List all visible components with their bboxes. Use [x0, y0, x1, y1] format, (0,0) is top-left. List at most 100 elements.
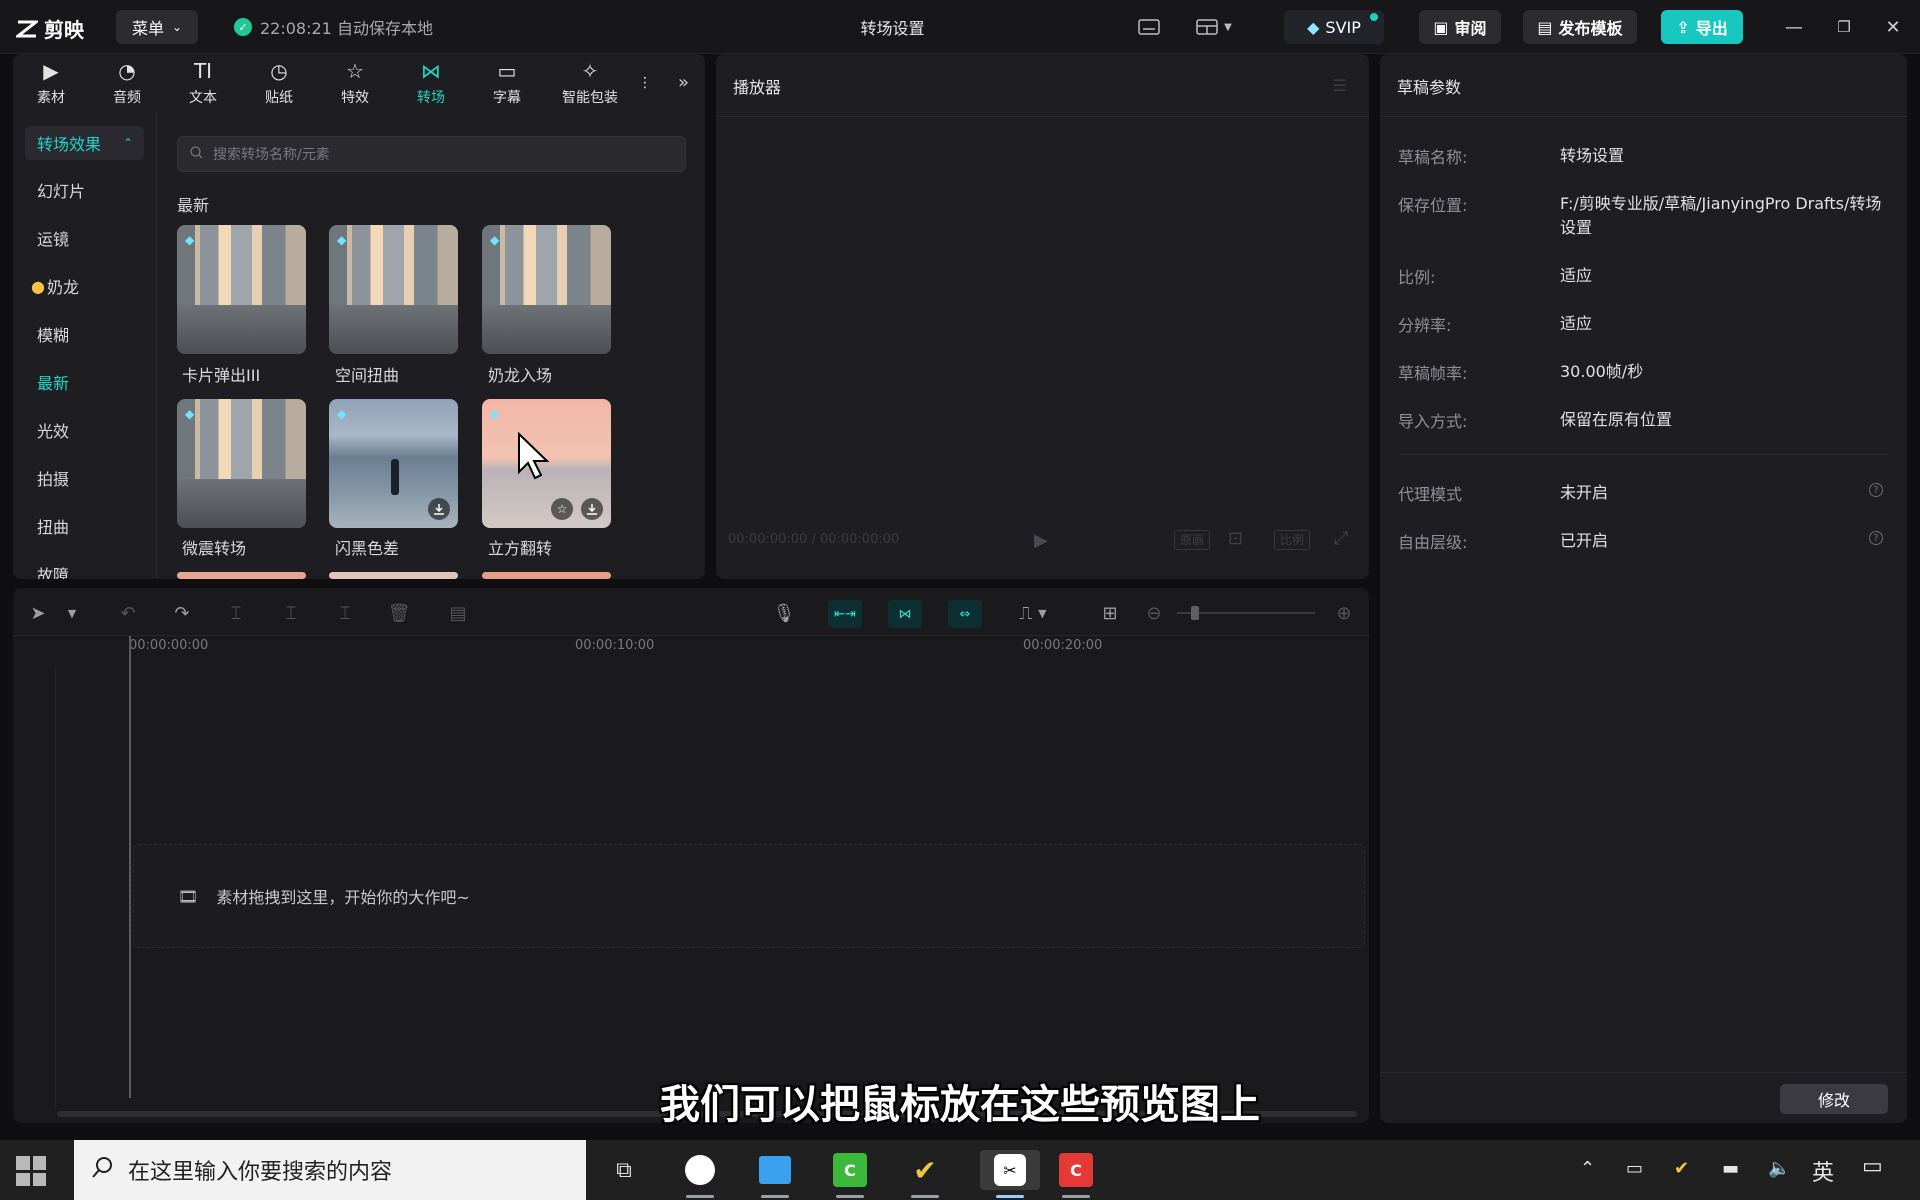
category-item[interactable]: 拍摄	[13, 454, 156, 502]
microphone-icon[interactable]: 🎙	[771, 600, 797, 626]
app-icon-task-check[interactable]: ✔	[905, 1150, 945, 1198]
main-track-magnet-icon[interactable]: ⇤⇥	[828, 600, 862, 628]
zoom-out-icon[interactable]: ⊖	[1141, 600, 1167, 626]
param-value: F:/剪映专业版/草稿/JianyingPro Drafts/转场设置	[1560, 194, 1882, 237]
app-icon-camtasia-red[interactable]: C	[1056, 1150, 1096, 1198]
layout-icon[interactable]: ▼	[1190, 14, 1238, 40]
tray-check-icon[interactable]: ✔	[1674, 1158, 1689, 1179]
screenshot-icon[interactable]: ⊞	[1097, 600, 1123, 626]
category-item[interactable]: 模糊	[13, 310, 156, 358]
transition-thumb[interactable]: ◆	[329, 225, 458, 354]
menu-lines-icon[interactable]: ☰	[1333, 76, 1347, 95]
close-icon[interactable]: ✕	[1882, 16, 1904, 38]
tab-text[interactable]: TI 文本	[165, 54, 241, 112]
drop-zone[interactable]: 🎞 素材拖拽到这里，开始你的大作吧~	[133, 844, 1365, 948]
transition-thumb[interactable]: ◆	[482, 225, 611, 354]
auto-snap-icon[interactable]: ⋈	[888, 600, 922, 628]
divider	[716, 116, 1369, 117]
favorite-star-icon[interactable]: ☆	[551, 498, 573, 520]
zoom-in-icon[interactable]: ⊕	[1331, 600, 1357, 626]
transition-thumb-partial[interactable]	[177, 572, 306, 579]
download-icon[interactable]	[581, 324, 603, 346]
windows-start-icon[interactable]	[16, 1156, 46, 1186]
tab-transition[interactable]: ⋈ 转场	[393, 54, 469, 112]
export-button[interactable]: ⇪ 导出	[1661, 10, 1743, 44]
zoom-fit-icon[interactable]: ⊡	[1228, 528, 1243, 549]
freeze-icon[interactable]: ▤	[445, 600, 471, 626]
split-right-icon[interactable]: ⌶	[332, 600, 358, 626]
help-icon[interactable]: ?	[1869, 531, 1883, 545]
category-item[interactable]: 光效	[13, 406, 156, 454]
volume-icon[interactable]: 🔈	[1768, 1158, 1790, 1179]
transition-thumb[interactable]: ◆	[177, 399, 306, 528]
category-item[interactable]: 运镜	[13, 214, 156, 262]
delete-icon[interactable]: 🗑	[386, 600, 412, 626]
network-icon[interactable]: ▭	[1626, 1158, 1643, 1179]
transition-thumb[interactable]: ◆	[329, 399, 458, 528]
play-icon[interactable]: ▶	[1034, 530, 1048, 551]
category-item-selected[interactable]: 最新	[13, 358, 156, 406]
download-icon[interactable]	[428, 498, 450, 520]
timeline-panel: ➤ ▼ ↶ ↷ ⌶ ⌶ ⌶ 🗑 ▤ 🎙 ⇤⇥ ⋈ ⇔ ⎍ ▼ ⊞ ⊖ ⊕ 00:0…	[13, 588, 1369, 1123]
vip-gem-icon: ◆	[185, 407, 195, 421]
tab-effects[interactable]: ☆ 特效	[317, 54, 393, 112]
download-icon[interactable]	[276, 324, 298, 346]
tab-media[interactable]: ▶ 素材	[13, 54, 89, 112]
download-icon[interactable]	[581, 498, 603, 520]
redo-icon[interactable]: ↷	[169, 600, 195, 626]
restore-icon[interactable]: ❐	[1833, 16, 1855, 38]
tray-overflow-icon[interactable]: ⌃	[1580, 1158, 1595, 1179]
review-button[interactable]: ▣ 审阅	[1419, 10, 1501, 44]
split-icon[interactable]: ⌶	[223, 600, 249, 626]
edit-button[interactable]: 修改	[1780, 1084, 1888, 1114]
preview-axis-icon[interactable]: ⎍ ▼	[1011, 600, 1055, 626]
taskbar-search-placeholder: 在这里输入你要搜索的内容	[128, 1160, 393, 1185]
task-view-icon[interactable]: ⧉	[604, 1150, 644, 1190]
aspect-ratio-button[interactable]: 比例	[1274, 530, 1310, 550]
undo-icon[interactable]: ↶	[115, 600, 141, 626]
help-icon[interactable]: ?	[1869, 483, 1883, 497]
download-icon[interactable]	[276, 498, 298, 520]
playhead[interactable]	[129, 636, 131, 1098]
zoom-slider-handle[interactable]	[1191, 606, 1199, 620]
split-left-icon[interactable]: ⌶	[278, 600, 304, 626]
taskbar-search-input[interactable]: 在这里输入你要搜索的内容	[74, 1140, 586, 1200]
notification-icon[interactable]: ▭	[1862, 1154, 1883, 1179]
param-key: 保存位置:	[1398, 196, 1468, 215]
tab-smart-pack[interactable]: ✧ 智能包装	[545, 54, 635, 112]
chevron-down-icon[interactable]: ▼	[59, 600, 85, 626]
app-icon-camtasia-green[interactable]: C	[830, 1150, 870, 1198]
more-tabs-icon[interactable]: ⋮	[635, 54, 655, 112]
transition-thumb-partial[interactable]	[329, 572, 458, 579]
battery-icon[interactable]: ▬	[1722, 1158, 1739, 1179]
linkage-icon[interactable]: ⇔	[948, 600, 982, 628]
transition-thumb-partial[interactable]	[482, 572, 611, 579]
download-icon[interactable]	[428, 324, 450, 346]
transition-thumb[interactable]: ◆	[177, 225, 306, 354]
time-ruler[interactable]: 00:00:00:00 00:00:10:00 00:00:20:00	[129, 638, 1369, 666]
select-tool-icon[interactable]: ➤	[25, 600, 51, 626]
ime-indicator[interactable]: 英	[1812, 1155, 1834, 1187]
app-icon-explorer[interactable]	[755, 1150, 795, 1198]
transition-search-input[interactable]: 搜索转场名称/元素	[177, 136, 686, 172]
category-item[interactable]: 故障	[13, 550, 156, 579]
shortcut-icon[interactable]	[1136, 14, 1162, 40]
tab-audio[interactable]: ◔ 音频	[89, 54, 165, 112]
category-item[interactable]: 扭曲	[13, 502, 156, 550]
svip-button[interactable]: ◆ SVIP	[1284, 10, 1384, 44]
caption-icon: ▭	[497, 59, 517, 83]
expand-icon[interactable]: »	[678, 72, 689, 93]
fullscreen-icon[interactable]: ⤢	[1334, 528, 1348, 549]
app-icon-davinci[interactable]	[680, 1150, 720, 1198]
tab-sticker[interactable]: ◷ 贴纸	[241, 54, 317, 112]
category-item-nailong[interactable]: ● 奶龙	[13, 262, 156, 310]
tab-label: 音频	[113, 90, 141, 106]
category-head[interactable]: 转场效果 ⌃	[25, 126, 144, 160]
minimize-icon[interactable]: —	[1783, 16, 1805, 38]
menu-button[interactable]: 菜单 ⌄	[116, 10, 198, 44]
quality-button[interactable]: 原画	[1174, 530, 1210, 550]
app-icon-capcut[interactable]: ✂	[980, 1150, 1040, 1198]
publish-template-button[interactable]: ▤ 发布模板	[1523, 10, 1637, 44]
category-item[interactable]: 幻灯片	[13, 166, 156, 214]
tab-captions[interactable]: ▭ 字幕	[469, 54, 545, 112]
